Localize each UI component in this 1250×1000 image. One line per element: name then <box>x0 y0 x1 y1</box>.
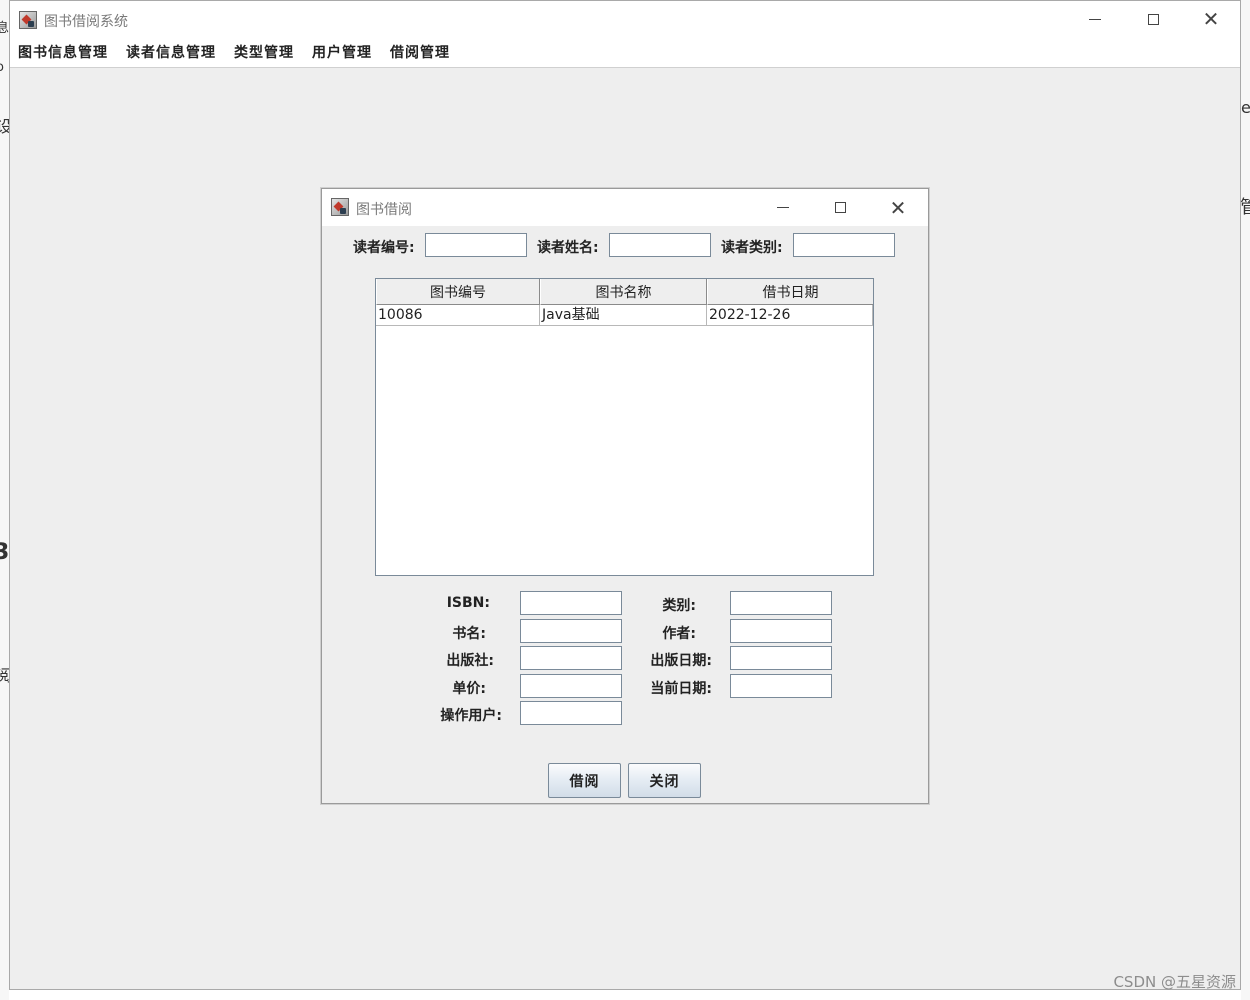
background-text-fragment: 管 <box>1240 197 1250 218</box>
cell-borrow-date[interactable]: 2022-12-26 <box>707 305 873 326</box>
publish-date-label: 出版日期: <box>650 653 712 669</box>
author-field[interactable] <box>730 619 832 643</box>
background-text-fragment: e <box>1241 98 1250 117</box>
operator-field[interactable] <box>520 701 622 725</box>
reader-type-field[interactable] <box>793 233 895 257</box>
menu-borrow[interactable]: 借阅管理 <box>386 42 454 62</box>
csdn-watermark: CSDN @五星资源 <box>1113 973 1236 991</box>
main-window: 图书借阅系统 ✕ 图书信息管理 读者信息管理 类型管理 用户管理 借阅管理 图书… <box>9 0 1241 990</box>
column-header-borrow-date[interactable]: 借书日期 <box>707 279 873 305</box>
isbn-field[interactable] <box>520 591 622 615</box>
maximize-icon <box>1147 13 1159 25</box>
book-title-field[interactable] <box>520 619 622 643</box>
reader-type-label: 读者类别: <box>721 240 783 256</box>
borrow-dialog: 图书借阅 ✕ 读者编号: 读者姓名: 读者类别: 图书编号 图书名称 借书日期 … <box>321 188 929 804</box>
menu-user[interactable]: 用户管理 <box>308 42 376 62</box>
menu-reader-info[interactable]: 读者信息管理 <box>122 42 220 62</box>
borrow-table[interactable]: 图书编号 图书名称 借书日期 10086 Java基础 2022-12-26 <box>375 278 874 576</box>
cell-book-id[interactable]: 10086 <box>376 305 540 326</box>
price-field[interactable] <box>520 674 622 698</box>
dialog-minimize-button[interactable] <box>754 189 812 226</box>
price-label: 单价: <box>452 681 486 697</box>
menu-bar: 图书信息管理 读者信息管理 类型管理 用户管理 借阅管理 <box>10 37 1240 68</box>
current-date-label: 当前日期: <box>650 681 712 697</box>
table-row[interactable]: 10086 Java基础 2022-12-26 <box>376 305 873 326</box>
background-text-fragment: 息 <box>0 21 10 36</box>
maximize-button[interactable] <box>1124 1 1182 37</box>
background-text-fragment: o <box>0 60 4 75</box>
current-date-field[interactable] <box>730 674 832 698</box>
reader-name-field[interactable] <box>609 233 711 257</box>
category-label: 类别: <box>662 598 696 614</box>
table-header: 图书编号 图书名称 借书日期 <box>376 279 873 305</box>
reader-id-field[interactable] <box>425 233 527 257</box>
reader-id-label: 读者编号: <box>353 240 415 256</box>
category-field[interactable] <box>730 591 832 615</box>
menu-book-info[interactable]: 图书信息管理 <box>14 42 112 62</box>
background-right-strip <box>1241 0 1250 1000</box>
dialog-title: 图书借阅 <box>356 202 412 218</box>
minimize-icon <box>777 207 789 208</box>
book-title-label: 书名: <box>452 626 486 642</box>
borrow-button[interactable]: 借阅 <box>548 763 621 798</box>
main-titlebar: 图书借阅系统 ✕ <box>10 1 1240 37</box>
cell-book-name[interactable]: Java基础 <box>540 305 707 326</box>
main-window-title: 图书借阅系统 <box>44 14 128 30</box>
publish-date-field[interactable] <box>730 646 832 670</box>
menu-category[interactable]: 类型管理 <box>230 42 298 62</box>
close-window-button[interactable]: ✕ <box>1182 1 1240 37</box>
maximize-icon <box>834 202 846 213</box>
column-header-book-id[interactable]: 图书编号 <box>376 279 540 305</box>
close-icon: ✕ <box>889 195 907 220</box>
author-label: 作者: <box>662 626 696 642</box>
dialog-app-icon <box>331 198 349 216</box>
dialog-titlebar: 图书借阅 ✕ <box>322 189 928 226</box>
publisher-field[interactable] <box>520 646 622 670</box>
isbn-label: ISBN: <box>446 595 490 611</box>
column-header-book-name[interactable]: 图书名称 <box>540 279 707 305</box>
close-icon: ✕ <box>1202 7 1220 31</box>
close-button[interactable]: 关闭 <box>628 763 701 798</box>
dialog-close-button[interactable]: ✕ <box>869 189 927 226</box>
reader-name-label: 读者姓名: <box>537 240 599 256</box>
publisher-label: 出版社: <box>446 653 494 669</box>
minimize-button[interactable] <box>1066 1 1124 37</box>
operator-label: 操作用户: <box>440 708 502 724</box>
dialog-maximize-button[interactable] <box>811 189 869 226</box>
minimize-icon <box>1089 18 1101 20</box>
app-icon <box>19 11 37 29</box>
background-left-strip <box>0 0 9 1000</box>
